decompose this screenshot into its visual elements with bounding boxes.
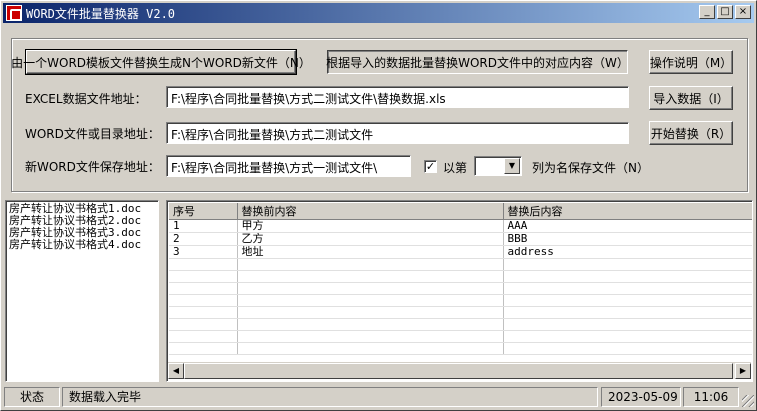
cell-before[interactable]: 乙方 (237, 232, 504, 246)
status-message: 数据载入完毕 (62, 387, 598, 407)
column-header-after[interactable]: 替换后内容 (503, 203, 752, 220)
minimize-button[interactable]: _ (699, 5, 715, 19)
main-window: WORD文件批量替换器 V2.0 _ □ × 由一个WORD模板文件替换生成N个… (0, 0, 757, 411)
cell-after[interactable]: BBB (503, 232, 752, 246)
save-path-input[interactable]: F:\程序\合同批量替换\方式一测试文件\ (166, 155, 411, 177)
cell-index[interactable]: 3 (169, 245, 238, 259)
cell-before[interactable]: 甲方 (237, 219, 504, 233)
maximize-button[interactable]: □ (717, 5, 733, 19)
batch-mode-button[interactable]: 根据导入的数据批量替换WORD文件中的对应内容（W） (326, 50, 629, 74)
save-path-label: 新WORD文件保存地址： (25, 160, 160, 174)
column-select[interactable]: ▼ (474, 156, 522, 176)
table-row[interactable] (169, 318, 752, 331)
status-label: 状态 (4, 387, 60, 407)
app-icon[interactable] (6, 5, 22, 21)
word-path-label: WORD文件或目录地址： (25, 127, 160, 141)
excel-path-label: EXCEL数据文件地址： (25, 92, 147, 106)
horizontal-scrollbar[interactable]: ◀ ▶ (168, 362, 751, 379)
status-bar: 状态 数据载入完毕 2023-05-09 11:06 (1, 387, 756, 409)
column-header-before[interactable]: 替换前内容 (237, 203, 504, 220)
help-button[interactable]: 操作说明（M） (649, 50, 733, 74)
chevron-down-icon[interactable]: ▼ (504, 158, 520, 174)
column-header-index[interactable]: 序号 (169, 203, 238, 220)
status-time: 11:06 (683, 387, 739, 407)
column-suffix-label: 列为名保存文件（N） (532, 161, 649, 175)
scroll-thumb[interactable] (184, 363, 733, 379)
cell-after[interactable]: address (503, 245, 752, 259)
close-button[interactable]: × (735, 5, 751, 19)
template-mode-button[interactable]: 由一个WORD模板文件替换生成N个WORD新文件（N） (11, 49, 311, 75)
table-row[interactable]: 3 地址 address (169, 245, 752, 259)
table-row[interactable] (169, 342, 752, 355)
word-path-input[interactable]: F:\程序\合同批量替换\方式二测试文件 (166, 122, 629, 144)
cell-index[interactable]: 2 (169, 232, 238, 246)
import-data-button[interactable]: 导入数据（I） (649, 86, 733, 110)
window-title: WORD文件批量替换器 V2.0 (26, 6, 176, 21)
word-file-list[interactable]: 房产转让协议书格式1.doc 房产转让协议书格式2.doc 房产转让协议书格式3… (5, 200, 159, 382)
cell-after[interactable]: AAA (503, 219, 752, 233)
resize-grip-icon[interactable] (742, 395, 754, 407)
name-by-column-checkbox[interactable]: ✓ (424, 160, 437, 173)
replacement-grid[interactable]: 序号 替换前内容 替换后内容 1 甲方 AAA 2 乙方 BBB 3 地址 ad… (166, 200, 753, 382)
table-row[interactable]: 1 甲方 AAA (169, 219, 752, 233)
excel-path-input[interactable]: F:\程序\合同批量替换\方式二测试文件\替换数据.xls (166, 86, 629, 108)
table-row[interactable] (169, 306, 752, 319)
scroll-left-icon[interactable]: ◀ (168, 363, 184, 379)
list-item[interactable]: 房产转让协议书格式4.doc (9, 239, 155, 251)
table-row[interactable] (169, 270, 752, 283)
table-row[interactable]: 2 乙方 BBB (169, 232, 752, 246)
checkbox-label: 以第 (443, 161, 468, 175)
table-row[interactable] (169, 294, 752, 307)
table-row[interactable] (169, 330, 752, 343)
cell-before[interactable]: 地址 (237, 245, 504, 259)
status-date: 2023-05-09 (601, 387, 681, 407)
title-bar[interactable]: WORD文件批量替换器 V2.0 _ □ × (3, 3, 754, 23)
table-row[interactable] (169, 282, 752, 295)
start-replace-button[interactable]: 开始替换（R） (649, 121, 733, 145)
scroll-right-icon[interactable]: ▶ (735, 363, 751, 379)
table-row[interactable] (169, 258, 752, 271)
cell-index[interactable]: 1 (169, 219, 238, 233)
